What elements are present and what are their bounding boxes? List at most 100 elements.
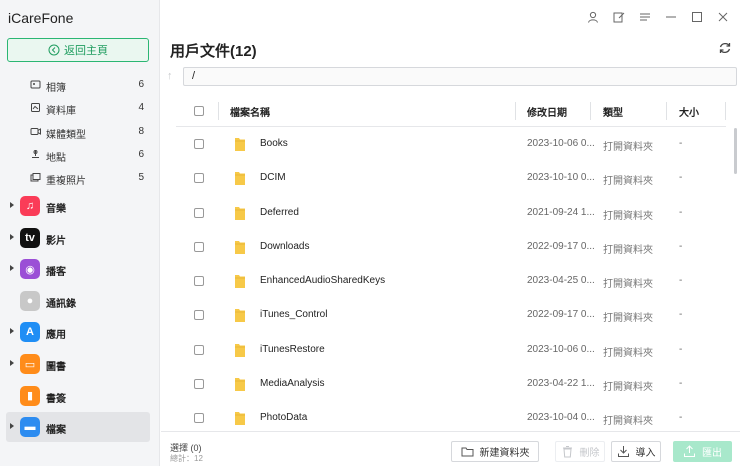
column-divider[interactable] bbox=[590, 102, 591, 120]
import-button[interactable]: 導入 bbox=[611, 441, 661, 462]
file-type: 打開資料夾 bbox=[603, 176, 653, 188]
row-checkbox[interactable] bbox=[194, 413, 204, 424]
sidebar-subitem-label: 地點 bbox=[46, 152, 66, 164]
feedback-edit-icon[interactable] bbox=[612, 10, 626, 24]
file-size: - bbox=[679, 378, 683, 390]
row-checkbox[interactable] bbox=[194, 139, 204, 149]
file-name: MediaAnalysis bbox=[260, 378, 325, 390]
media-type-icon bbox=[30, 127, 41, 135]
folder-icon bbox=[235, 172, 245, 186]
table-row[interactable]: Downloads 2022-09-17 0... 打開資料夾 - bbox=[176, 230, 726, 264]
file-name: iTunes_Control bbox=[260, 309, 328, 321]
sidebar-subitem-label: 相簿 bbox=[46, 83, 66, 94]
sidebar-category[interactable]: ▭ 圖書 bbox=[6, 349, 150, 379]
file-size: - bbox=[679, 240, 683, 252]
table-row[interactable]: iTunesRestore 2023-10-06 0... 打開資料夾 - bbox=[176, 333, 726, 367]
table-row[interactable]: Books 2023-10-06 0... 打開資料夾 - bbox=[176, 127, 726, 161]
file-table: 檔案名稱 修改日期 類型 大小 Books 2023-10-06 0... 打開資料… bbox=[176, 95, 726, 436]
file-size: - bbox=[679, 138, 683, 149]
row-checkbox[interactable] bbox=[194, 379, 204, 390]
vertical-scrollbar[interactable] bbox=[734, 128, 737, 174]
export-button[interactable]: 匯出 bbox=[673, 441, 732, 462]
row-checkbox[interactable] bbox=[194, 344, 204, 355]
file-name: Books bbox=[260, 138, 288, 149]
path-field[interactable]: / bbox=[183, 67, 737, 86]
table-row[interactable]: iTunes_Control 2022-09-17 0... 打開資料夾 - bbox=[176, 298, 726, 332]
menu-icon[interactable] bbox=[638, 10, 652, 24]
row-checkbox[interactable] bbox=[194, 173, 204, 184]
folder-icon bbox=[235, 343, 245, 357]
path-up-arrow-icon[interactable]: ↑ bbox=[167, 70, 173, 82]
sidebar-category[interactable]: ● 通訊錄 bbox=[6, 286, 150, 316]
row-checkbox[interactable] bbox=[194, 241, 204, 252]
maximize-icon[interactable] bbox=[690, 10, 704, 24]
sidebar-category[interactable]: ▬ 檔案 bbox=[6, 412, 150, 443]
select-all-checkbox[interactable] bbox=[194, 106, 204, 116]
column-header-name[interactable]: 檔案名稱 bbox=[230, 104, 270, 119]
modified-date: 2023-04-22 1... bbox=[527, 378, 595, 390]
close-icon[interactable] bbox=[716, 10, 730, 24]
row-checkbox[interactable] bbox=[194, 310, 204, 321]
column-header-date[interactable]: 修改日期 bbox=[527, 104, 567, 119]
folder-icon bbox=[235, 309, 245, 323]
folder-icon bbox=[235, 206, 245, 220]
file-type: 打開資料夾 bbox=[603, 210, 653, 222]
row-checkbox[interactable] bbox=[194, 207, 204, 218]
table-row[interactable]: Deferred 2021-09-24 1... 打開資料夾 - bbox=[176, 196, 726, 230]
import-icon bbox=[617, 446, 629, 457]
expand-arrow-icon[interactable] bbox=[10, 423, 14, 430]
sidebar-subitem[interactable]: 相簿 6 bbox=[0, 74, 160, 96]
modified-date: 2023-10-10 0... bbox=[527, 172, 595, 184]
file-size: - bbox=[679, 172, 683, 184]
page-title: 用戶文件(12) bbox=[170, 43, 257, 60]
app-title: iCareFone bbox=[8, 10, 74, 26]
row-checkbox[interactable] bbox=[194, 276, 204, 287]
file-name: EnhancedAudioSharedKeys bbox=[260, 275, 386, 287]
sidebar-category[interactable]: A 應用 bbox=[6, 317, 150, 347]
minimize-icon[interactable] bbox=[664, 10, 678, 24]
file-size: - bbox=[679, 343, 683, 355]
file-type: 打開資料夾 bbox=[603, 244, 653, 256]
sidebar-category-label: 應用 bbox=[46, 330, 66, 342]
folder-icon bbox=[235, 275, 245, 289]
sidebar-category-label: 播客 bbox=[46, 267, 66, 279]
back-arrow-icon bbox=[48, 44, 60, 56]
sidebar-category-label: 影片 bbox=[46, 235, 66, 247]
column-divider[interactable] bbox=[666, 102, 667, 120]
expand-arrow-icon[interactable] bbox=[10, 360, 14, 366]
delete-button[interactable]: 刪除 bbox=[555, 441, 605, 462]
sidebar-category[interactable]: ▮ 書簽 bbox=[6, 381, 150, 411]
column-divider[interactable] bbox=[515, 102, 516, 120]
sidebar-subitem[interactable]: 重複照片 5 bbox=[0, 167, 160, 189]
table-row[interactable]: EnhancedAudioSharedKeys 2023-04-25 0... 打開… bbox=[176, 264, 726, 298]
sidebar-category-label: 音樂 bbox=[46, 204, 66, 215]
column-header-size[interactable]: 大小 bbox=[679, 104, 699, 119]
file-type: 打開資料夾 bbox=[603, 347, 653, 359]
sidebar-subitem-count: 6 bbox=[138, 79, 144, 90]
duplicate-photos-icon bbox=[30, 173, 41, 182]
account-icon[interactable] bbox=[586, 10, 600, 24]
expand-arrow-icon[interactable] bbox=[10, 202, 14, 208]
sidebar-subitem[interactable]: 資料庫 4 bbox=[0, 97, 160, 119]
expand-arrow-icon[interactable] bbox=[10, 265, 14, 272]
back-to-home-button[interactable]: 返回主頁 bbox=[7, 38, 149, 62]
sidebar-subitem-label: 重複照片 bbox=[46, 176, 86, 188]
file-type: 打開資料夾 bbox=[603, 142, 653, 153]
export-icon bbox=[684, 445, 695, 457]
column-header-type[interactable]: 類型 bbox=[603, 104, 623, 119]
new-folder-icon bbox=[461, 447, 473, 457]
sidebar-subitem-count: 8 bbox=[138, 125, 144, 137]
sidebar-category[interactable]: ♫ 音樂 bbox=[6, 191, 150, 221]
table-row[interactable]: MediaAnalysis 2023-04-22 1... 打開資料夾 - bbox=[176, 367, 726, 401]
table-row[interactable]: DCIM 2023-10-10 0... 打開資料夾 - bbox=[176, 161, 726, 195]
sidebar-category[interactable]: tv 影片 bbox=[6, 223, 150, 253]
sidebar-category[interactable]: ◉ 播客 bbox=[6, 254, 150, 284]
refresh-icon[interactable] bbox=[718, 41, 732, 55]
sidebar-subitem[interactable]: 媒體類型 8 bbox=[0, 121, 160, 143]
new-folder-button[interactable]: 新建資料夾 bbox=[451, 441, 539, 462]
expand-arrow-icon[interactable] bbox=[10, 328, 14, 335]
sidebar: iCareFone 返回主頁 相簿 6 資料庫 4 媒體類型 8 地點 6 重複照片 5 ♫ 音樂 t… bbox=[0, 0, 160, 466]
modified-date: 2023-04-25 0... bbox=[527, 275, 595, 287]
expand-arrow-icon[interactable] bbox=[10, 233, 14, 240]
sidebar-subitem[interactable]: 地點 6 bbox=[0, 144, 160, 166]
